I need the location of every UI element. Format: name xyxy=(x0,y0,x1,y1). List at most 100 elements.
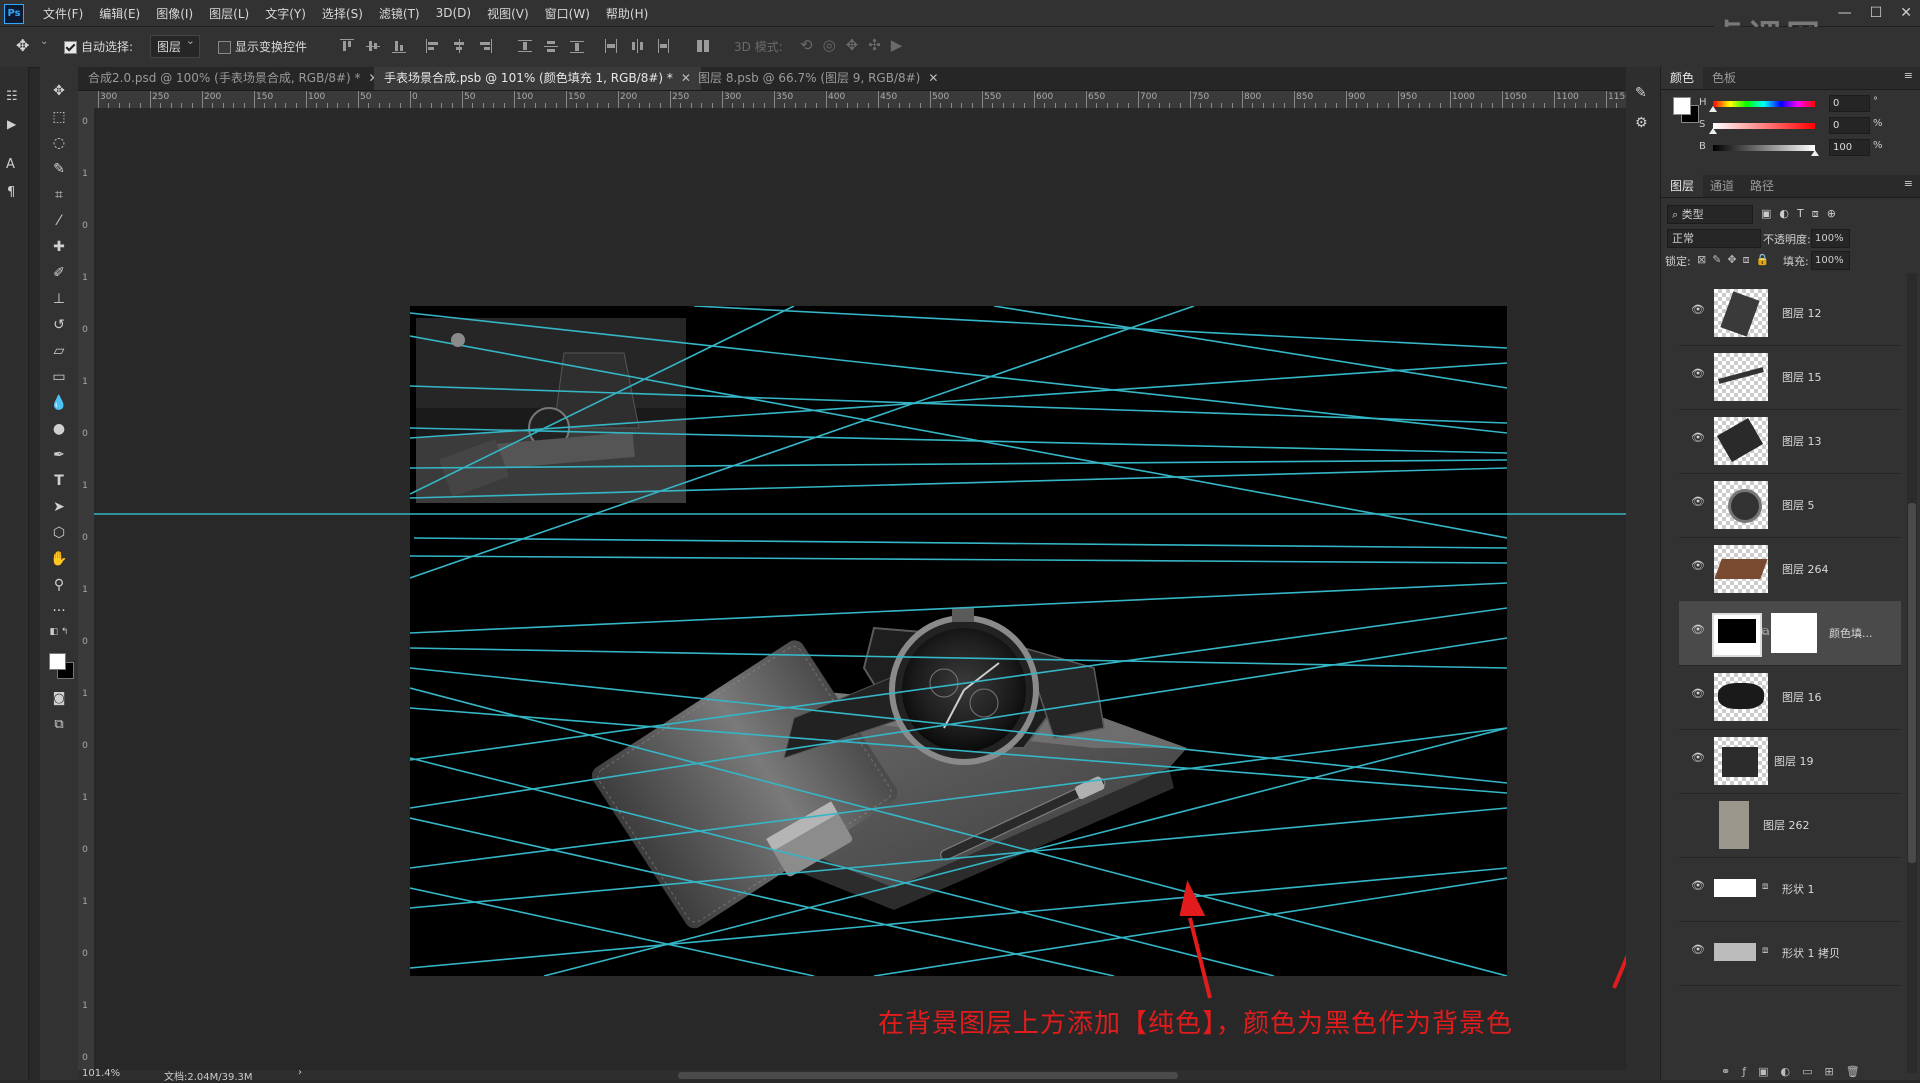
hand-tool-icon[interactable]: ✋ xyxy=(40,547,78,571)
tab-document-3[interactable]: 图层 8.psb @ 66.7% (图层 9, RGB/8#) ✕ xyxy=(688,67,948,90)
slider-handle[interactable] xyxy=(1811,150,1819,156)
character-icon[interactable]: A xyxy=(6,157,15,172)
layers-scrollbar[interactable] xyxy=(1907,273,1917,1073)
canvas-area[interactable] xyxy=(94,108,1639,1070)
menu-image[interactable]: 图像(I) xyxy=(155,5,194,22)
menu-file[interactable]: 文件(F) xyxy=(42,5,84,22)
quick-mask-icon[interactable]: ◙ xyxy=(40,687,78,711)
guide-handle[interactable] xyxy=(451,333,465,347)
align-top-icon[interactable] xyxy=(340,39,354,53)
maximize-icon[interactable]: ☐ xyxy=(1870,5,1883,21)
panel-menu-icon[interactable]: ≡ xyxy=(1904,69,1913,82)
type-tool-icon[interactable]: T xyxy=(40,469,78,493)
menu-window[interactable]: 窗口(W) xyxy=(544,5,591,22)
eraser-tool-icon[interactable]: ▱ xyxy=(40,339,78,363)
auto-align-icon[interactable] xyxy=(696,39,710,53)
menu-filter[interactable]: 滤镜(T) xyxy=(378,5,421,22)
distribute-vcenter-icon[interactable] xyxy=(544,39,558,53)
3d-mode-icons[interactable]: ⟲◎✥✣▶ xyxy=(800,36,912,54)
layer-row[interactable]: 👁 ⧈ 形状 1 xyxy=(1679,857,1901,922)
distribute-bottom-icon[interactable] xyxy=(570,39,584,53)
brush-settings-icon[interactable]: ✎ xyxy=(1635,85,1647,101)
healing-tool-icon[interactable]: ✚ xyxy=(40,235,78,259)
menu-view[interactable]: 视图(V) xyxy=(486,5,530,22)
menu-help[interactable]: 帮助(H) xyxy=(605,5,649,22)
menu-select[interactable]: 选择(S) xyxy=(321,5,364,22)
play-action-icon[interactable]: ▶ xyxy=(7,117,16,131)
swap-colors-icon[interactable]: ◧ ↰ xyxy=(40,627,78,639)
gradient-tool-icon[interactable]: ▭ xyxy=(40,365,78,389)
dodge-tool-icon[interactable]: ● xyxy=(40,417,78,441)
eye-icon[interactable]: 👁 xyxy=(1691,880,1705,891)
close-icon[interactable]: ✕ xyxy=(1900,5,1912,21)
eye-icon[interactable]: 👁 xyxy=(1691,496,1705,507)
shape-tool-icon[interactable]: ⬡ xyxy=(40,521,78,545)
layer-row[interactable]: 👁 图层 19 xyxy=(1679,729,1901,794)
eye-icon[interactable]: 👁 xyxy=(1691,432,1705,443)
pen-tool-icon[interactable]: ✒ xyxy=(40,443,78,467)
layer-row[interactable]: 👁 图层 16 xyxy=(1679,665,1901,730)
tab-document-1[interactable]: 合成2.0.psd @ 100% (手表场景合成, RGB/8#) *✕ xyxy=(78,67,389,90)
move-tool-icon[interactable]: ✥ xyxy=(40,79,78,103)
layer-mask-thumbnail[interactable] xyxy=(1771,613,1817,653)
tab-document-2[interactable]: 手表场景合成.psb @ 101% (颜色填充 1, RGB/8#) * ✕ xyxy=(374,67,701,90)
chevron-right-icon[interactable]: › xyxy=(298,1067,302,1078)
layers-bottom-toolbar[interactable]: ⚭ƒ▣◐▭⊞🗑 xyxy=(1721,1065,1911,1080)
foreground-color-swatch[interactable] xyxy=(49,653,66,670)
foreground-color-swatch[interactable] xyxy=(1673,97,1691,115)
crop-tool-icon[interactable]: ⌗ xyxy=(40,183,78,207)
zoom-readout[interactable]: 101.4% xyxy=(82,1068,120,1079)
layer-filter-icons[interactable]: ▣◐T⧈⊕ xyxy=(1761,207,1844,221)
lock-icons[interactable]: ⊠✎✥⧈🔒 xyxy=(1697,253,1775,267)
fill-input[interactable]: 100% xyxy=(1811,251,1850,270)
eye-icon[interactable]: 👁 xyxy=(1691,624,1705,635)
slider-handle[interactable] xyxy=(1709,106,1717,112)
marquee-tool-icon[interactable]: ⬚ xyxy=(40,105,78,129)
align-hcenter-icon[interactable] xyxy=(452,39,466,53)
close-icon[interactable]: ✕ xyxy=(928,71,938,85)
horizontal-scrollbar-thumb[interactable] xyxy=(678,1072,1178,1079)
show-transform-checkbox[interactable] xyxy=(218,41,231,54)
slider-handle[interactable] xyxy=(1709,128,1717,134)
history-icon[interactable]: ☷ xyxy=(6,89,18,104)
path-select-tool-icon[interactable]: ➤ xyxy=(40,495,78,519)
brush-tool-icon[interactable]: ✐ xyxy=(40,261,78,285)
distribute-left-icon[interactable] xyxy=(604,39,618,53)
eye-icon[interactable]: 👁 xyxy=(1691,688,1705,699)
eye-icon[interactable]: 👁 xyxy=(1691,560,1705,571)
layer-row[interactable]: 👁 图层 264 xyxy=(1679,537,1901,602)
align-bottom-icon[interactable] xyxy=(392,39,406,53)
paragraph-icon[interactable]: ¶ xyxy=(7,185,15,200)
zoom-tool-icon[interactable]: ⚲ xyxy=(40,573,78,597)
quick-select-tool-icon[interactable]: ✎ xyxy=(40,157,78,181)
blend-mode-dropdown[interactable]: 正常 xyxy=(1667,229,1761,248)
blur-tool-icon[interactable]: 💧 xyxy=(40,391,78,415)
link-icon[interactable]: ⧉ xyxy=(1762,627,1769,638)
panel-menu-icon[interactable]: ≡ xyxy=(1904,177,1913,190)
eye-icon[interactable]: 👁 xyxy=(1691,304,1705,315)
eye-icon[interactable]: 👁 xyxy=(1691,752,1705,763)
layer-filter-dropdown[interactable]: ⌕ 类型 xyxy=(1667,205,1753,224)
opacity-input[interactable]: 100% xyxy=(1811,229,1850,248)
eye-icon[interactable]: 👁 xyxy=(1691,944,1705,955)
fill-color-thumbnail[interactable] xyxy=(1712,613,1762,657)
layer-row[interactable]: · 图层 262 xyxy=(1679,793,1901,858)
align-right-icon[interactable] xyxy=(478,39,492,53)
tab-swatches[interactable]: 色板 xyxy=(1703,67,1745,89)
distribute-hcenter-icon[interactable] xyxy=(630,39,644,53)
tab-channels[interactable]: 通道 xyxy=(1701,175,1743,197)
auto-select-checkbox[interactable] xyxy=(64,41,77,54)
stamp-tool-icon[interactable]: ⊥ xyxy=(40,287,78,311)
menu-type[interactable]: 文字(Y) xyxy=(264,5,307,22)
layer-row[interactable]: 👁 图层 13 xyxy=(1679,409,1901,474)
lasso-tool-icon[interactable]: ◌ xyxy=(40,131,78,155)
layer-row-selected[interactable]: 👁 ⧉ 颜色填... xyxy=(1679,601,1901,666)
history-brush-tool-icon[interactable]: ↺ xyxy=(40,313,78,337)
tab-layers[interactable]: 图层 xyxy=(1661,175,1704,197)
align-left-icon[interactable] xyxy=(426,39,440,53)
more-tools-icon[interactable]: ··· xyxy=(40,599,78,623)
hue-value[interactable]: 0 xyxy=(1829,95,1870,112)
menu-edit[interactable]: 编辑(E) xyxy=(98,5,141,22)
tab-paths[interactable]: 路径 xyxy=(1741,175,1783,197)
distribute-right-icon[interactable] xyxy=(656,39,670,53)
